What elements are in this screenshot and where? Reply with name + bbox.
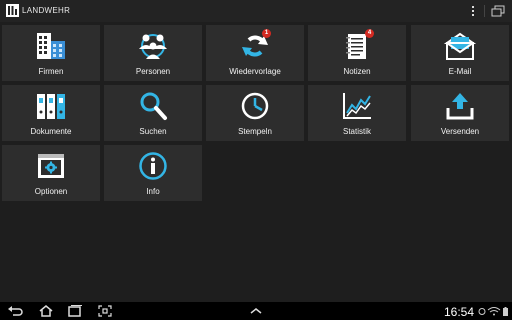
binders-icon — [37, 94, 65, 119]
clock-icon — [241, 92, 269, 120]
tile-label: Notizen — [343, 67, 371, 76]
recent-apps-icon[interactable] — [66, 304, 84, 318]
wifi-icon — [487, 307, 501, 316]
main-tile-grid: Firmen Personen 1 Wiedervorlage 4 Notize… — [0, 22, 512, 302]
sync-icon — [478, 308, 486, 315]
notification-badge: 4 — [365, 29, 374, 38]
tile-label: Suchen — [139, 127, 167, 136]
action-bar: LANDWEHR — [0, 0, 512, 22]
tile-personen[interactable]: Personen — [104, 25, 202, 81]
people-group-icon — [139, 34, 167, 59]
tile-versenden[interactable]: Versenden — [411, 85, 509, 141]
screenshot-icon[interactable] — [96, 304, 114, 318]
tile-wiedervorlage[interactable]: 1 Wiedervorlage — [206, 25, 304, 81]
tile-notizen[interactable]: 4 Notizen — [308, 25, 406, 81]
tile-dokumente[interactable]: Dokumente — [2, 85, 100, 141]
envelope-icon — [444, 32, 476, 60]
tile-suchen[interactable]: Suchen — [104, 85, 202, 141]
tile-stempeln[interactable]: Stempeln — [206, 85, 304, 141]
tile-label: Firmen — [38, 67, 64, 76]
magnifier-icon — [140, 92, 167, 120]
tile-label: Statistik — [342, 127, 371, 136]
status-icons — [478, 307, 508, 316]
upload-tray-icon — [446, 93, 474, 120]
tile-label: Stempeln — [238, 127, 272, 136]
info-icon — [139, 152, 167, 180]
tile-label: Wiedervorlage — [229, 67, 281, 76]
tile-label: Info — [146, 187, 160, 196]
tile-info[interactable]: Info — [104, 145, 202, 201]
tile-e-mail[interactable]: E-Mail — [411, 25, 509, 81]
clock: 16:54 — [444, 305, 475, 319]
tile-label: E-Mail — [448, 67, 472, 76]
tile-label: Dokumente — [30, 127, 72, 136]
actionbar-divider — [484, 5, 485, 17]
tile-label: Personen — [135, 67, 171, 76]
chevron-up-icon[interactable] — [247, 304, 265, 318]
battery-icon — [503, 307, 508, 316]
system-nav-bar: 16:54 — [0, 302, 512, 320]
app-logo-icon — [6, 4, 19, 17]
back-icon[interactable] — [6, 304, 24, 318]
multi-window-icon[interactable] — [489, 3, 507, 19]
home-icon[interactable] — [37, 304, 55, 318]
line-chart-icon — [343, 93, 371, 119]
buildings-icon — [37, 33, 65, 59]
tile-optionen[interactable]: Optionen — [2, 145, 100, 201]
settings-window-icon — [38, 154, 64, 178]
notification-badge: 1 — [262, 29, 271, 38]
app-title: LANDWEHR — [22, 6, 71, 15]
tile-label: Optionen — [34, 187, 68, 196]
tile-label: Versenden — [440, 127, 480, 136]
tile-statistik[interactable]: Statistik — [308, 85, 406, 141]
tile-firmen[interactable]: Firmen — [2, 25, 100, 81]
overflow-menu-icon[interactable] — [466, 3, 480, 19]
